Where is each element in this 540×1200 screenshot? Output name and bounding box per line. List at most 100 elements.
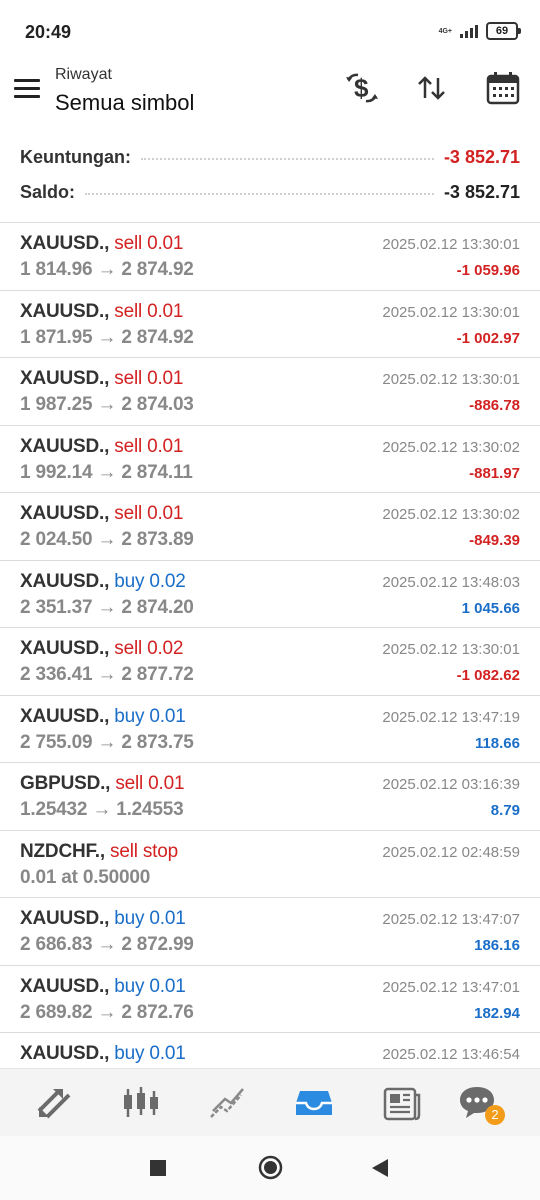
trade-symbol: XAUUSD., sell 0.01: [20, 233, 183, 255]
trade-prices: 2 755.09 → 2 873.75: [20, 731, 194, 753]
symbol-label: XAUUSD.,: [20, 368, 110, 389]
trade-prices: 2 351.37 → 2 874.20: [20, 596, 194, 618]
symbol-label: XAUUSD.,: [20, 233, 110, 254]
svg-text:$: $: [354, 73, 369, 103]
trade-profit: -1 059.96: [456, 262, 520, 279]
menu-icon[interactable]: [14, 79, 40, 101]
trade-action: sell stop: [110, 840, 178, 862]
trade-row[interactable]: GBPUSD., sell 0.01 1.25432 → 1.24553 2025.…: [0, 763, 540, 831]
trade-time: 2025.02.12 13:47:19: [382, 708, 520, 726]
trade-action: sell 0.01: [114, 233, 184, 254]
trade-symbol: NZDCHF., sell stop: [20, 841, 178, 863]
trade-symbol: XAUUSD., buy 0.01: [20, 976, 186, 998]
trade-symbol: XAUUSD., sell 0.02: [20, 638, 183, 660]
trade-action: buy 0.01: [114, 975, 186, 997]
trade-profit: 1 045.66: [461, 599, 520, 617]
trade-symbol: XAUUSD., buy 0.01: [20, 1043, 186, 1065]
trade-row[interactable]: XAUUSD., sell 0.01 2 024.50 → 2 873.89 202…: [0, 493, 540, 561]
calendar-icon[interactable]: [483, 68, 523, 108]
news-icon[interactable]: [379, 1081, 423, 1125]
trade-row[interactable]: XAUUSD., buy 0.02 2 351.37 → 2 874.20 2025…: [0, 561, 540, 628]
trade-symbol: XAUUSD., sell 0.01: [20, 301, 183, 323]
trade-prices: 2 336.41 → 2 877.72: [20, 664, 194, 685]
trade-action: buy 0.01: [114, 908, 186, 929]
profit-value: -3 852.71: [443, 146, 520, 167]
trade-row[interactable]: XAUUSD., sell 0.01 1 871.95 → 2 874.92 202…: [0, 291, 540, 358]
trade-row[interactable]: XAUUSD., buy 0.01 2 686.83 → 2 872.99 2025…: [0, 898, 540, 966]
trade-row[interactable]: XAUUSD., sell 0.01 1 814.96 → 2 874.92 202…: [0, 223, 540, 291]
trade-row[interactable]: XAUUSD., sell 0.01 1 992.14 → 2 874.11 202…: [0, 426, 540, 493]
bottom-tab-bar: 2: [0, 1068, 540, 1137]
page-subtitle: Riwayat: [55, 66, 112, 83]
battery-icon: 69: [486, 22, 521, 40]
quotes-icon[interactable]: [33, 1081, 77, 1125]
trade-time: 2025.02.12 13:30:02: [382, 506, 520, 523]
status-time: 20:49: [25, 22, 72, 42]
trade-row[interactable]: XAUUSD., sell 0.01 1 987.25 → 2 874.03 202…: [0, 358, 540, 426]
trade-profit: -849.39: [469, 532, 520, 549]
balance-label: Saldo:: [20, 181, 76, 202]
symbol-label: XAUUSD.,: [20, 435, 110, 457]
trade-time: 2025.02.12 13:30:02: [382, 438, 520, 456]
chart-icon[interactable]: [119, 1081, 163, 1125]
trade-prices: 2 686.83 → 2 872.99: [20, 934, 194, 955]
symbol-label: XAUUSD.,: [20, 300, 110, 322]
recent-apps-icon[interactable]: [150, 1160, 166, 1181]
trade-symbol: XAUUSD., buy 0.01: [20, 706, 186, 728]
trade-prices: 1 871.95 → 2 874.92: [20, 326, 194, 348]
trade-time: 2025.02.12 13:48:03: [382, 573, 520, 591]
trade-action: sell 0.01: [114, 503, 184, 524]
symbol-label: XAUUSD.,: [20, 503, 110, 524]
trade-time: 2025.02.12 13:47:01: [382, 978, 520, 996]
symbol-label: XAUUSD.,: [20, 570, 110, 592]
dollar-exchange-icon[interactable]: $: [342, 68, 382, 108]
trade-time: 2025.02.12 13:47:07: [382, 911, 520, 928]
trade-row[interactable]: XAUUSD., buy 0.01 2 755.09 → 2 873.75 2025…: [0, 696, 540, 763]
history-icon[interactable]: [292, 1081, 336, 1125]
trade-profit: -886.78: [469, 397, 520, 414]
trade-profit: -1 002.97: [456, 329, 520, 347]
chat-icon[interactable]: 2: [457, 1081, 505, 1125]
trade-row[interactable]: NZDCHF., sell stop 0.01 at 0.50000 2025.02…: [0, 831, 540, 898]
dotted-leader: [140, 158, 434, 160]
trade-prices: 2 024.50 → 2 873.89: [20, 529, 194, 550]
trade-symbol: XAUUSD., buy 0.01: [20, 908, 186, 930]
balance-value: -3 852.71: [443, 181, 520, 202]
trade-symbol: XAUUSD., buy 0.02: [20, 571, 186, 593]
trade-row[interactable]: XAUUSD., sell 0.02 2 336.41 → 2 877.72 202…: [0, 628, 540, 696]
symbol-label: XAUUSD.,: [20, 1043, 110, 1064]
trade-prices: 2 689.82 → 2 872.76: [20, 1001, 194, 1023]
trade-action: sell 0.01: [114, 435, 184, 457]
trade-row[interactable]: XAUUSD., buy 0.01 2 689.82 → 2 872.76 2025…: [0, 966, 540, 1033]
trade-action: buy 0.01: [114, 705, 186, 727]
profit-label: Keuntungan:: [20, 146, 131, 167]
symbol-label: XAUUSD.,: [20, 908, 110, 929]
trade-symbol: GBPUSD., sell 0.01: [20, 773, 185, 795]
sort-icon[interactable]: [412, 68, 452, 108]
home-icon[interactable]: [258, 1155, 283, 1185]
system-nav-bar: [0, 1136, 540, 1200]
trade-history-list[interactable]: XAUUSD., sell 0.01 1 814.96 → 2 874.92 202…: [0, 223, 540, 1068]
trade-icon[interactable]: [205, 1081, 249, 1125]
trade-time: 2025.02.12 13:30:01: [382, 641, 520, 658]
signal-icon: [460, 24, 478, 38]
back-icon[interactable]: [372, 1159, 388, 1182]
symbol-label: XAUUSD.,: [20, 705, 110, 727]
trade-profit: 182.94: [474, 1004, 520, 1022]
trade-action: sell 0.01: [114, 300, 184, 322]
page-title[interactable]: Semua simbol: [55, 90, 194, 116]
network-type: 4G+: [439, 28, 452, 35]
symbol-label: NZDCHF.,: [20, 840, 105, 862]
trade-profit: -1 082.62: [456, 667, 520, 684]
status-indicators: 4G+ 69: [439, 22, 521, 40]
trade-action: sell 0.01: [114, 368, 184, 389]
trade-symbol: XAUUSD., sell 0.01: [20, 436, 183, 458]
trade-action: buy 0.01: [114, 1043, 186, 1064]
summary-panel: Keuntungan: -3 852.71 Saldo: -3 852.71: [0, 136, 540, 223]
trade-row[interactable]: XAUUSD., buy 0.01 2025.02.12 13:46:54: [0, 1033, 540, 1068]
trade-time: 2025.02.12 13:46:54: [382, 1046, 520, 1063]
trade-action: sell 0.02: [114, 638, 184, 659]
trade-action: sell 0.01: [115, 773, 185, 794]
trade-prices: 0.01 at 0.50000: [20, 866, 151, 888]
trade-prices: 1 814.96 → 2 874.92: [20, 259, 194, 280]
